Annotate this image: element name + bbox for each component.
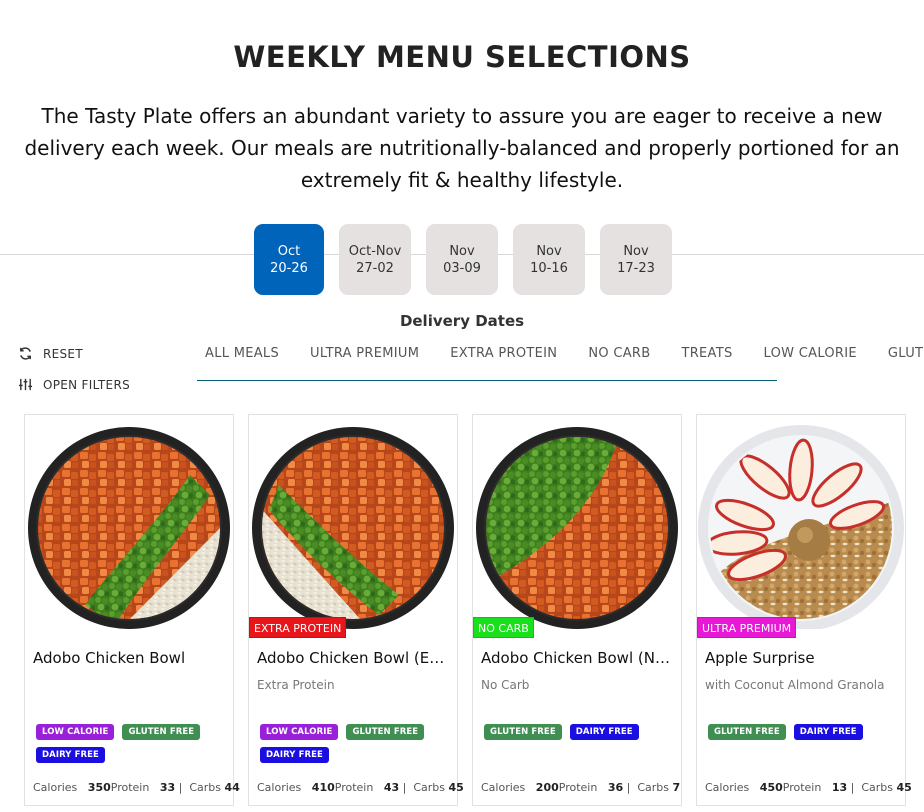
- reset-button[interactable]: RESET: [18, 346, 83, 361]
- date-range: 17-23: [617, 260, 655, 276]
- tag-gluten-free: GLUTEN FREE: [346, 724, 425, 740]
- tab-extra-protein[interactable]: EXTRA PROTEIN: [450, 346, 557, 361]
- date-month: Nov: [536, 243, 562, 259]
- badge-extra-protein: EXTRA PROTEIN: [249, 617, 347, 638]
- tag-dairy-free: DAIRY FREE: [793, 724, 863, 740]
- date-option-4[interactable]: Nov 17-23: [600, 224, 672, 295]
- meal-name: Apple Surprise: [705, 649, 815, 667]
- carbs-label: Carbs: [413, 781, 446, 794]
- meal-name: Adobo Chicken Bowl (No...: [481, 649, 677, 667]
- meal-card[interactable]: NO CARB Adobo Chicken Bowl (No... No Car…: [472, 414, 682, 806]
- meal-image: [473, 415, 681, 629]
- date-option-1[interactable]: Oct-Nov 27-02: [339, 224, 411, 295]
- date-range: 03-09: [443, 260, 481, 276]
- nutrition-stats: Calories 350Protein 33 | Carbs 44: [33, 781, 240, 794]
- date-range: 20-26: [270, 260, 308, 276]
- protein-label: Protein: [334, 781, 374, 794]
- date-option-2[interactable]: Nov 03-09: [426, 224, 498, 295]
- meal-name: Adobo Chicken Bowl: [33, 649, 186, 667]
- tag-low-calorie: LOW CALORIE: [36, 724, 115, 740]
- protein-value: 36: [607, 781, 624, 794]
- calories-value: 450: [759, 781, 783, 794]
- tab-treats[interactable]: TREATS: [681, 346, 732, 361]
- protein-value: 13: [831, 781, 848, 794]
- tab-low-calorie[interactable]: LOW CALORIE: [764, 346, 857, 361]
- intro-text: The Tasty Plate offers an abundant varie…: [24, 104, 900, 192]
- tab-all-meals[interactable]: ALL MEALS: [205, 346, 279, 361]
- protein-value: 33: [159, 781, 176, 794]
- nutrition-stats: Calories 410Protein 43 | Carbs 45: [257, 781, 464, 794]
- calories-value: 410: [311, 781, 335, 794]
- carbs-value: 44: [224, 781, 240, 794]
- date-month: Nov: [449, 243, 475, 259]
- meal-subtitle: Extra Protein: [257, 678, 335, 692]
- meal-card[interactable]: ULTRA PREMIUM Apple Surprise with Coconu…: [696, 414, 912, 806]
- protein-label: Protein: [110, 781, 150, 794]
- carbs-value: 7: [672, 781, 681, 794]
- calories-value: 350: [87, 781, 111, 794]
- tabs-underline: [197, 380, 777, 381]
- carbs-label: Carbs: [189, 781, 222, 794]
- tab-no-carb[interactable]: NO CARB: [588, 346, 650, 361]
- tag-gluten-free: GLUTEN FREE: [708, 724, 786, 740]
- tab-ultra-premium[interactable]: ULTRA PREMIUM: [310, 346, 419, 361]
- tag-dairy-free: DAIRY FREE: [569, 724, 639, 740]
- carbs-label: Carbs: [637, 781, 670, 794]
- calories-value: 200: [535, 781, 559, 794]
- meal-image: [25, 415, 233, 629]
- tag-gluten-free: GLUTEN FREE: [484, 724, 562, 740]
- meal-subtitle: with Coconut Almond Granola: [705, 678, 885, 692]
- meal-image: [249, 415, 457, 629]
- protein-label: Protein: [558, 781, 598, 794]
- meal-image: [697, 415, 905, 629]
- meal-subtitle: No Carb: [481, 678, 530, 692]
- calories-label: Calories: [481, 781, 526, 794]
- nutrition-stats: Calories 200Protein 36 | Carbs 7: [481, 781, 681, 794]
- tag-list: LOW CALORIE GLUTEN FREE DAIRY FREE: [36, 724, 226, 763]
- date-month: Oct-Nov: [348, 243, 402, 259]
- tag-low-calorie: LOW CALORIE: [260, 724, 339, 740]
- protein-value: 43: [383, 781, 400, 794]
- refresh-icon: [20, 347, 31, 360]
- delivery-dates-caption: Delivery Dates: [399, 312, 525, 330]
- tag-list: GLUTEN FREE DAIRY FREE: [484, 724, 674, 740]
- nutrition-stats: Calories 450Protein 13 | Carbs 45: [705, 781, 912, 794]
- badge-no-carb: NO CARB: [473, 617, 534, 638]
- carbs-value: 45: [448, 781, 464, 794]
- carbs-label: Carbs: [861, 781, 894, 794]
- meal-filter-tabs: ALL MEALS ULTRA PREMIUM EXTRA PROTEIN NO…: [205, 346, 923, 361]
- date-month: Nov: [623, 243, 649, 259]
- calories-label: Calories: [257, 781, 302, 794]
- date-option-3[interactable]: Nov 10-16: [513, 224, 585, 295]
- meal-card[interactable]: EXTRA PROTEIN Adobo Chicken Bowl (Ext...…: [248, 414, 464, 806]
- sliders-icon: [18, 378, 33, 391]
- protein-label: Protein: [782, 781, 822, 794]
- meal-card[interactable]: Adobo Chicken Bowl LOW CALORIE GLUTEN FR…: [24, 414, 240, 806]
- open-filters-label: OPEN FILTERS: [43, 377, 130, 392]
- tag-dairy-free: DAIRY FREE: [260, 747, 329, 763]
- carbs-value: 45: [896, 781, 912, 794]
- tab-gluten-free[interactable]: GLUT: [888, 346, 923, 361]
- open-filters-button[interactable]: OPEN FILTERS: [18, 377, 130, 392]
- tag-gluten-free: GLUTEN FREE: [122, 724, 201, 740]
- calories-label: Calories: [705, 781, 750, 794]
- calories-label: Calories: [33, 781, 78, 794]
- badge-ultra-premium: ULTRA PREMIUM: [697, 617, 797, 638]
- meal-name: Adobo Chicken Bowl (Ext...: [257, 649, 453, 667]
- reset-label: RESET: [43, 346, 83, 361]
- date-range: 27-02: [356, 260, 394, 276]
- tag-list: GLUTEN FREE DAIRY FREE: [708, 724, 898, 740]
- page-title: WEEKLY MENU SELECTIONS: [233, 40, 691, 74]
- date-month: Oct: [277, 243, 301, 259]
- delivery-date-selector: Oct 20-26 Oct-Nov 27-02 Nov 03-09 Nov 10-16 …: [254, 224, 672, 295]
- date-option-0[interactable]: Oct 20-26: [254, 224, 324, 295]
- date-range: 10-16: [530, 260, 568, 276]
- meal-grid: Adobo Chicken Bowl LOW CALORIE GLUTEN FR…: [24, 414, 912, 806]
- tag-list: LOW CALORIE GLUTEN FREE DAIRY FREE: [260, 724, 450, 763]
- tag-dairy-free: DAIRY FREE: [36, 747, 105, 763]
